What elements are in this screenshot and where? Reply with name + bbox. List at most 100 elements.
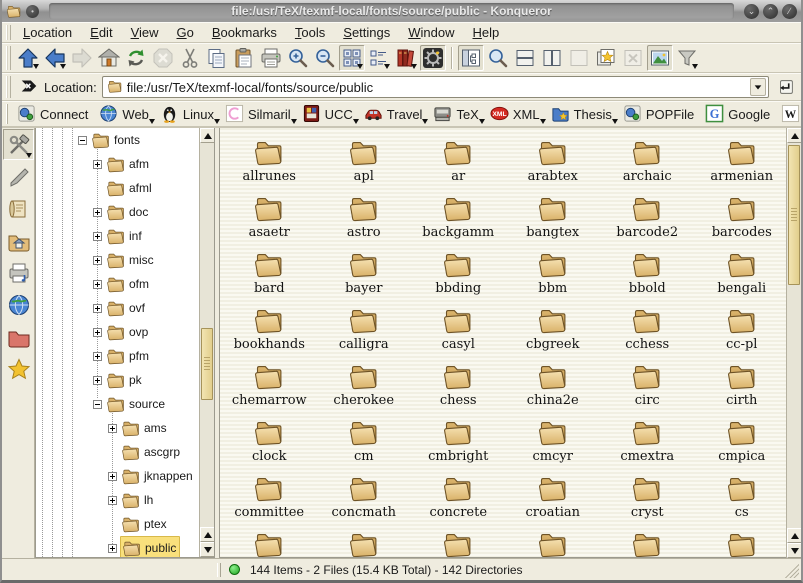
sidebar-tab-services[interactable] — [3, 257, 34, 288]
minimize-button[interactable]: ⌄ — [744, 4, 759, 19]
tree-item-ovp[interactable]: ovp — [36, 320, 199, 344]
tree-item-body[interactable]: pk — [105, 369, 145, 391]
tree-item-lh[interactable]: lh — [36, 488, 199, 512]
titlebar[interactable]: • file:/usr/TeX/texmf-local/fonts/source… — [2, 0, 801, 22]
sidebar-tab-root-folder[interactable] — [3, 321, 34, 352]
location-input[interactable]: file:/usr/TeX/texmf-local/fonts/source/p… — [127, 80, 746, 95]
back-button[interactable] — [42, 45, 68, 71]
menu-tools[interactable]: Tools — [286, 23, 334, 42]
tree-item-body[interactable]: ovp — [105, 321, 151, 343]
new-view-star-button[interactable] — [593, 45, 619, 71]
folder-item-bayer[interactable]: bayer — [317, 246, 412, 302]
tree-item-body[interactable]: ovf — [105, 297, 148, 319]
folder-item-cchess[interactable]: cchess — [600, 302, 695, 358]
bookmark-thesis[interactable]: Thesis — [547, 102, 617, 126]
tree-item-doc[interactable]: doc — [36, 200, 199, 224]
expand-expander-icon[interactable] — [93, 232, 102, 241]
tree-item-ptex[interactable]: ptex — [36, 512, 199, 536]
tree-item-afm[interactable]: afm — [36, 152, 199, 176]
location-dropdown-button[interactable] — [750, 78, 766, 96]
folder-item-cirth[interactable]: cirth — [695, 358, 787, 414]
tree-item-pfm[interactable]: pfm — [36, 344, 199, 368]
tree-item-body[interactable]: jknappen — [120, 465, 196, 487]
tree-item-body[interactable]: afm — [105, 153, 152, 175]
tree-item-inf[interactable]: inf — [36, 224, 199, 248]
selected-tree-item[interactable]: public — [120, 536, 180, 557]
filter-button[interactable] — [674, 45, 700, 71]
tree-item-body[interactable]: source — [105, 393, 168, 415]
folder-item-concrete[interactable]: concrete — [411, 470, 506, 526]
folder-item-bbold[interactable]: bbold — [600, 246, 695, 302]
folder-item-arabtex[interactable]: arabtex — [506, 134, 601, 190]
find-button[interactable] — [485, 45, 511, 71]
up-button[interactable] — [15, 45, 41, 71]
go-button[interactable] — [774, 75, 798, 99]
bookmark-linux[interactable]: Linux — [156, 102, 219, 126]
expand-expander-icon[interactable] — [93, 352, 102, 361]
folder-item-barcode2[interactable]: barcode2 — [600, 190, 695, 246]
folder-item-clipped[interactable] — [222, 526, 317, 558]
folder-item-circ[interactable]: circ — [600, 358, 695, 414]
tree-item-body[interactable]: inf — [105, 225, 145, 247]
folder-item-astro[interactable]: astro — [317, 190, 412, 246]
folder-item-committee[interactable]: committee — [222, 470, 317, 526]
tree-item-public[interactable]: public — [36, 536, 199, 557]
tree-item-body[interactable]: afml — [105, 177, 155, 199]
menu-go[interactable]: Go — [168, 23, 203, 42]
folder-item-clipped[interactable] — [317, 526, 412, 558]
main-scrollbar[interactable] — [786, 128, 801, 558]
menu-bookmarks[interactable]: Bookmarks — [203, 23, 286, 42]
folder-item-asaetr[interactable]: asaetr — [222, 190, 317, 246]
sidebar-tab-bookmarks-star[interactable] — [3, 353, 34, 384]
expand-expander-icon[interactable] — [93, 328, 102, 337]
tree-item-source[interactable]: source — [36, 392, 199, 416]
tree-item-misc[interactable]: misc — [36, 248, 199, 272]
icon-view-button[interactable] — [339, 45, 365, 71]
bookmark-wikipedia[interactable]: WWikipedia — [777, 102, 803, 126]
bookmark-xml[interactable]: XMLXML — [486, 102, 545, 126]
tree-item-fonts[interactable]: fonts — [36, 128, 199, 152]
locationbar-grip[interactable] — [6, 76, 11, 98]
tree-item-afml[interactable]: afml — [36, 176, 199, 200]
bookmark-connect[interactable]: Connect — [13, 102, 93, 126]
bookmarkbar-grip[interactable] — [6, 104, 8, 124]
split-vertical-button[interactable] — [539, 45, 565, 71]
paste-button[interactable] — [231, 45, 257, 71]
scroll-up-button[interactable] — [787, 128, 801, 143]
toolbar-grip[interactable] — [6, 46, 11, 70]
scroll-up-button[interactable] — [200, 527, 215, 542]
bookmark-web[interactable]: Web — [95, 102, 154, 126]
expand-expander-icon[interactable] — [93, 160, 102, 169]
folder-item-china2e[interactable]: china2e — [506, 358, 601, 414]
expand-expander-icon[interactable] — [93, 304, 102, 313]
menu-help[interactable]: Help — [464, 23, 509, 42]
expand-expander-icon[interactable] — [93, 376, 102, 385]
folder-item-armenian[interactable]: armenian — [695, 134, 787, 190]
scroll-up-button[interactable] — [787, 528, 801, 543]
tree-item-body[interactable]: lh — [120, 489, 156, 511]
folder-item-clipped[interactable] — [695, 526, 787, 558]
tree-item-body[interactable]: ascgrp — [120, 441, 183, 463]
folder-item-croatian[interactable]: croatian — [506, 470, 601, 526]
folder-item-cbgreek[interactable]: cbgreek — [506, 302, 601, 358]
zoom-out-button[interactable] — [312, 45, 338, 71]
sidebar-tab-history-scroll[interactable] — [3, 193, 34, 224]
expand-expander-icon[interactable] — [108, 472, 117, 481]
home-button[interactable] — [96, 45, 122, 71]
folder-item-clipped[interactable] — [506, 526, 601, 558]
list-view-button[interactable] — [366, 45, 392, 71]
tree-item-ascgrp[interactable]: ascgrp — [36, 440, 199, 464]
collapse-expander-icon[interactable] — [78, 136, 87, 145]
menu-edit[interactable]: Edit — [81, 23, 121, 42]
folder-item-allrunes[interactable]: allrunes — [222, 134, 317, 190]
window-menu-button[interactable]: • — [26, 5, 39, 18]
tree-item-body[interactable]: pfm — [105, 345, 152, 367]
menu-window[interactable]: Window — [399, 23, 463, 42]
tree-scrollbar-thumb[interactable] — [201, 328, 213, 400]
bookmark-google[interactable]: GGoogle — [701, 102, 775, 126]
tree-item-ams[interactable]: ams — [36, 416, 199, 440]
expand-expander-icon[interactable] — [108, 424, 117, 433]
sidebar-tab-home-folder[interactable] — [3, 225, 34, 256]
folder-item-cc-pl[interactable]: cc-pl — [695, 302, 787, 358]
tree-item-body[interactable]: fonts — [90, 129, 143, 151]
